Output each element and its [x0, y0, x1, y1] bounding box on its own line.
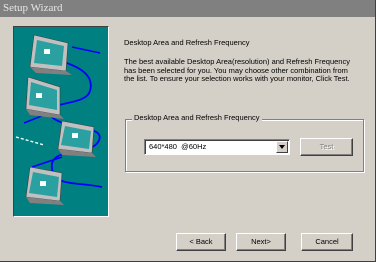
- page-description: The best available Desktop Area(resoluti…: [124, 57, 350, 84]
- next-button[interactable]: Next>: [236, 233, 286, 251]
- cancel-button[interactable]: Cancel: [301, 233, 353, 251]
- resolution-select[interactable]: 640*480 @60Hz: [144, 139, 290, 155]
- wizard-illustration: [13, 26, 109, 217]
- test-button[interactable]: Test: [300, 138, 353, 156]
- chevron-down-icon: [279, 145, 285, 149]
- resolution-select-value: 640*480 @60Hz: [149, 142, 207, 151]
- setup-wizard-window: Setup Wizard Desktop Area and Refresh Fr…: [0, 0, 376, 262]
- groupbox-label: Desktop Area and Refresh Frequency: [132, 113, 262, 122]
- monitors-illustration: [15, 34, 103, 205]
- window-title: Setup Wizard: [3, 2, 63, 14]
- back-button[interactable]: < Back: [176, 233, 226, 251]
- page-heading: Desktop Area and Refresh Frequency: [124, 38, 250, 47]
- dropdown-arrow-button[interactable]: [276, 141, 288, 153]
- title-bar: Setup Wizard: [0, 0, 375, 17]
